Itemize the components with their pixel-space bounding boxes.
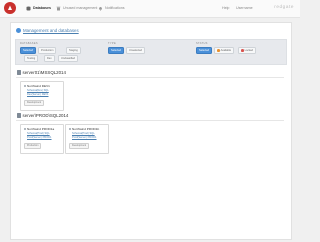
server-icon	[17, 70, 21, 75]
user-menu[interactable]: Username	[236, 3, 253, 13]
nav-databases-label: Databases	[33, 6, 51, 10]
filter-chip-status-locked-label: Locked	[244, 49, 253, 52]
filter-chip-staging[interactable]: Staging	[66, 47, 81, 54]
nav-notifications[interactable]: Notifications	[98, 3, 125, 13]
filter-chip-unclassified[interactable]: Unclassified	[58, 55, 78, 62]
filter-group-label-status: STATUS	[196, 42, 208, 45]
filter-chip-status-available-label: Available	[220, 49, 232, 52]
management-link-label: Management and databases	[23, 28, 79, 33]
server-name: server01\MSSQL2014	[22, 70, 66, 75]
trash-icon	[56, 6, 61, 10]
filter-chip-type-unselected[interactable]: Unselected	[126, 47, 145, 54]
divider	[16, 120, 284, 121]
server-title: server\PROD\SQL2014	[17, 113, 68, 118]
database-name: Northwind PROD1b	[72, 127, 100, 131]
filter-panel: DATABASES Selected Production Staging Te…	[15, 39, 287, 65]
filter-chip-status-selected[interactable]: Selected	[196, 47, 213, 54]
redgate-logo[interactable]	[4, 2, 16, 14]
brand-wordmark: redgate	[274, 4, 294, 9]
server-title: server01\MSSQL2014	[17, 70, 66, 75]
database-link[interactable]: Prod(Server) PROD1	[72, 136, 97, 139]
bell-icon	[99, 6, 102, 11]
server-name: server\PROD\SQL2014	[22, 113, 69, 118]
nav-databases[interactable]: Databases	[26, 3, 51, 13]
locked-status-icon	[241, 49, 244, 52]
filter-chip-dev[interactable]: Dev	[44, 55, 55, 62]
management-link[interactable]: Management and databases	[16, 28, 79, 33]
database-link[interactable]: Schema(Prod) SQL	[27, 132, 50, 135]
database-icon	[26, 6, 31, 10]
database-link[interactable]: Schema(Dev) SQL	[27, 89, 49, 92]
nav-notifications-label: Notifications	[105, 6, 125, 10]
database-card[interactable]: Northwind PROD1b Schema(Prod) SQL Prod(S…	[65, 124, 109, 154]
database-name: Northwind PROD1a	[27, 127, 55, 131]
environment-button[interactable]: Development	[69, 143, 90, 149]
database-status-icon	[24, 128, 27, 131]
filter-chip-selected[interactable]: Selected	[20, 47, 37, 54]
filter-chip-status-available[interactable]: Available	[214, 47, 235, 54]
database-name: Northwind DEV1	[27, 84, 50, 88]
available-status-icon	[217, 49, 220, 52]
top-nav: Databases Unused management Notification…	[0, 0, 300, 18]
database-status-icon	[69, 128, 72, 131]
filter-chip-type-selected[interactable]: Selected	[108, 47, 125, 54]
filter-group-label-databases: DATABASES	[20, 42, 38, 45]
database-status-icon	[24, 85, 27, 88]
logo-icon	[8, 5, 12, 10]
main-card: Management and databases DATABASES Selec…	[10, 22, 292, 240]
filter-group-label-type: TYPE	[108, 42, 116, 45]
database-link[interactable]: Prod(Server) PROD1	[27, 136, 52, 139]
filter-chip-status-locked[interactable]: Locked	[238, 47, 256, 54]
database-card[interactable]: Northwind DEV1 Schema(Dev) SQL Dev(Serve…	[20, 81, 64, 111]
database-card[interactable]: Northwind PROD1a Schema(Prod) SQL Prod(S…	[20, 124, 64, 154]
database-link[interactable]: Schema(Prod) SQL	[72, 132, 95, 135]
environment-button[interactable]: Production	[24, 143, 42, 149]
nav-unused-management-label: Unused management	[63, 6, 98, 10]
help-link[interactable]: Help	[222, 3, 229, 13]
filter-chip-testing[interactable]: Testing	[24, 55, 39, 62]
info-icon	[16, 28, 21, 33]
environment-button[interactable]: Development	[24, 100, 45, 106]
divider	[16, 77, 284, 78]
filter-chip-production[interactable]: Production	[38, 47, 57, 54]
server-icon	[17, 113, 21, 118]
database-link[interactable]: Dev(Server) DEV1	[27, 93, 48, 96]
nav-unused-management[interactable]: Unused management	[56, 3, 97, 13]
